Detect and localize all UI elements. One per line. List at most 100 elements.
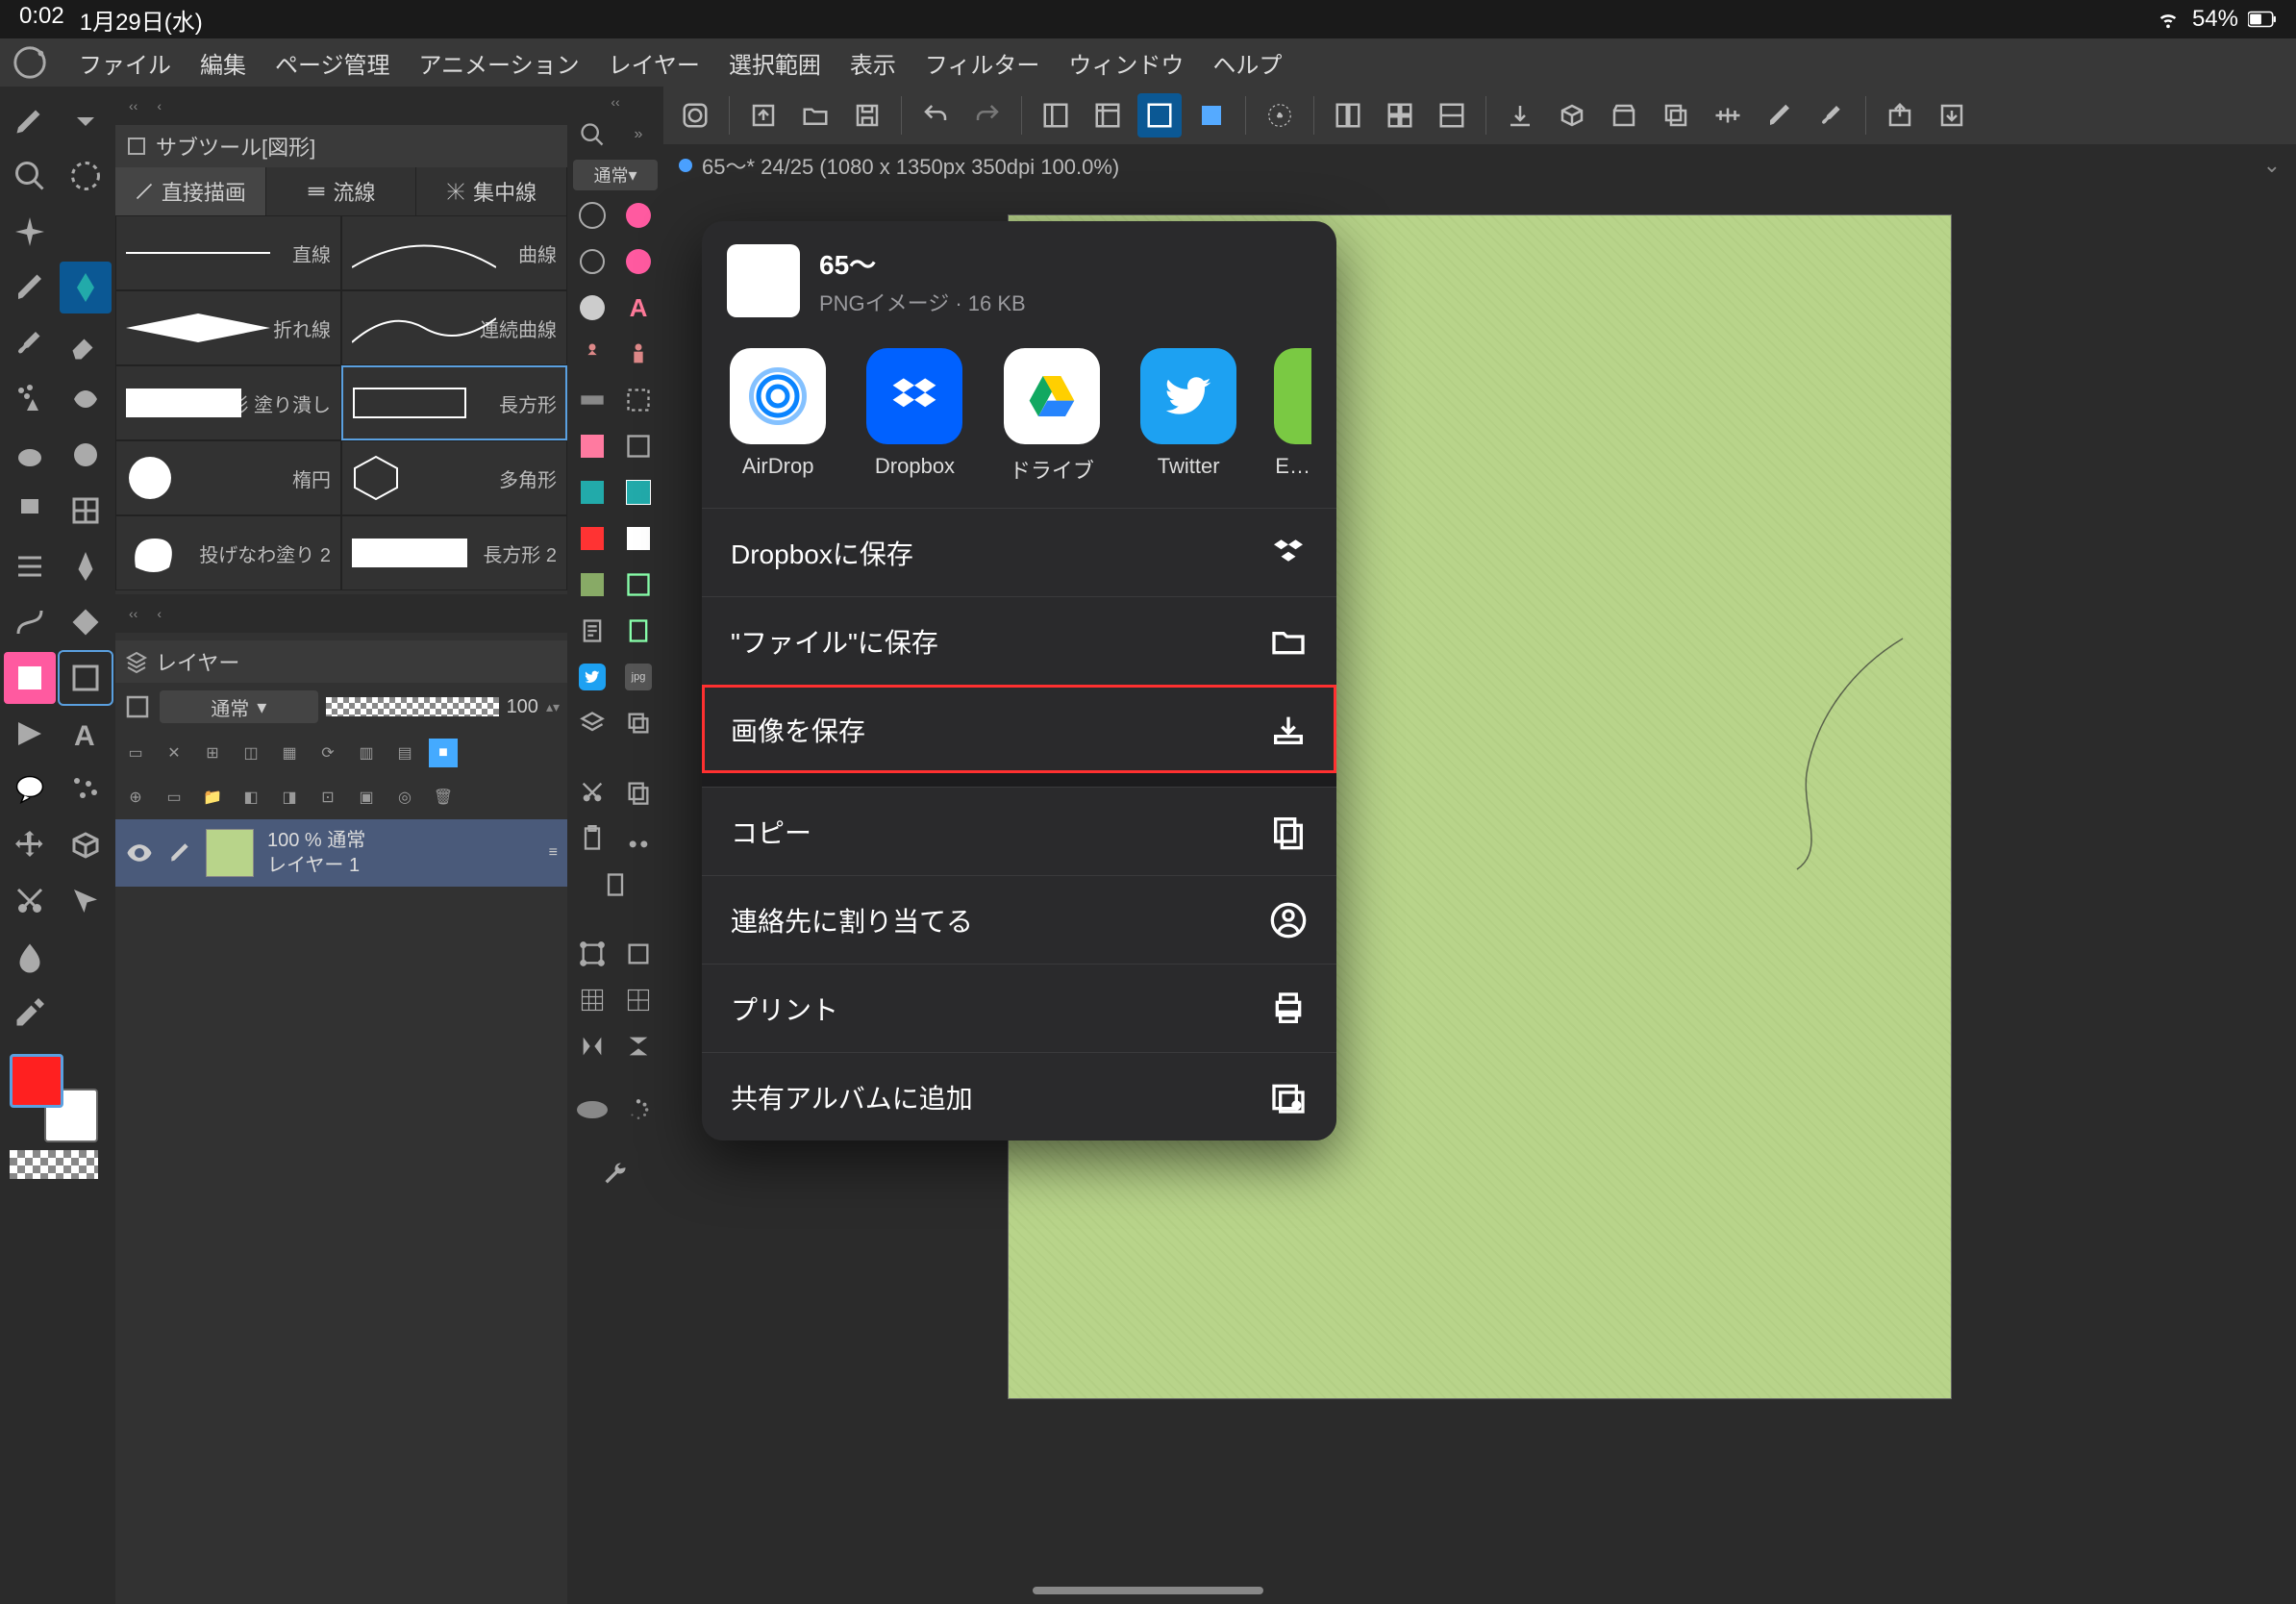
strip-stack-icon[interactable] [617, 702, 660, 744]
tb-clap-icon[interactable] [1602, 93, 1646, 138]
op-icon[interactable]: ◎ [390, 783, 419, 812]
tool-balloon-icon[interactable] [4, 764, 56, 815]
blend-mode-select[interactable]: 通常▾ [160, 690, 318, 723]
shape-rect-fill[interactable]: 長方形 塗り潰し [115, 365, 341, 440]
strip-brush-size-icon[interactable] [571, 1089, 613, 1131]
shape-lasso-fill[interactable]: 投げなわ塗り 2 [115, 515, 341, 590]
op-icon[interactable]: ▣ [352, 783, 381, 812]
strip-layers-icon[interactable] [571, 702, 613, 744]
tool-nib-icon[interactable] [60, 262, 112, 313]
strip-teal2-icon[interactable] [617, 471, 660, 514]
op-icon[interactable]: ◨ [275, 783, 304, 812]
tb-undo-icon[interactable] [913, 93, 958, 138]
menu-select[interactable]: 選択範囲 [729, 46, 821, 80]
layer-rect-icon[interactable] [123, 692, 152, 721]
tb-open-icon[interactable] [793, 93, 837, 138]
strip-cut-icon[interactable] [571, 771, 613, 814]
tool-cut-icon[interactable] [4, 875, 56, 927]
document-tab[interactable]: 65〜* 24/25 (1080 x 1350px 350dpi 100.0%)… [663, 144, 2296, 187]
tool-paint-icon[interactable] [4, 485, 56, 537]
tb-snap-icon[interactable] [1258, 93, 1302, 138]
menu-view[interactable]: 表示 [850, 46, 896, 80]
strip-ruler-icon[interactable] [571, 379, 613, 421]
strip-twitter-icon[interactable] [571, 656, 613, 698]
menu-anim[interactable]: アニメーション [419, 46, 580, 80]
tb-grid1-icon[interactable] [1326, 93, 1370, 138]
op-icon[interactable]: ✕ [160, 739, 188, 767]
strip-page2-icon[interactable] [617, 610, 660, 652]
strip-page-icon[interactable] [571, 610, 613, 652]
shape-line[interactable]: 直線 [115, 215, 341, 290]
tool-brush2-icon[interactable] [4, 317, 56, 369]
shape-ellipse[interactable]: 楕円 [115, 440, 341, 515]
menu-layer[interactable]: レイヤー [609, 46, 700, 80]
color-swatches[interactable] [4, 1054, 112, 1169]
tool-drop-icon[interactable] [4, 931, 56, 983]
strip-dot-pink[interactable] [617, 194, 660, 237]
tb-timeline-icon[interactable] [1706, 93, 1750, 138]
op-icon[interactable]: ▭ [121, 739, 150, 767]
tool-search-icon[interactable] [4, 150, 56, 202]
op-icon[interactable]: ▤ [390, 739, 419, 767]
shape-spline[interactable]: 連続曲線 [341, 290, 567, 365]
shape-polygon[interactable]: 多角形 [341, 440, 567, 515]
shape-curve[interactable]: 曲線 [341, 215, 567, 290]
tool-eyedrop-icon[interactable] [4, 987, 56, 1039]
subtool-tab-focus[interactable]: 集中線 [416, 167, 567, 215]
subtool-tab-stream[interactable]: 流線 [266, 167, 417, 215]
opacity-slider[interactable] [326, 697, 499, 716]
tool-spark-icon[interactable] [4, 206, 56, 258]
tool-smudge-icon[interactable] [60, 429, 112, 481]
strip-blend-select[interactable]: 通常 ▾ [573, 160, 658, 190]
tool-eraser-icon[interactable] [60, 317, 112, 369]
strip-ring-icon[interactable] [571, 240, 613, 283]
tool-marquee-icon[interactable] [60, 150, 112, 202]
share-app-airdrop[interactable]: AirDrop [727, 348, 829, 485]
strip-teal-icon[interactable] [571, 471, 613, 514]
tool-blend-icon[interactable] [4, 429, 56, 481]
tb-grid2-icon[interactable] [1378, 93, 1422, 138]
tool-arrow-icon[interactable] [60, 875, 112, 927]
tb-stack2-icon[interactable] [1654, 93, 1698, 138]
chevron-down-icon[interactable]: ⌄ [2263, 153, 2281, 178]
tool-spray-icon[interactable] [4, 373, 56, 425]
share-app-twitter[interactable]: Twitter [1137, 348, 1239, 485]
tb-canvas-icon[interactable] [1189, 93, 1234, 138]
home-indicator[interactable] [1033, 1587, 1263, 1594]
op-icon[interactable]: ⟳ [313, 739, 342, 767]
foreground-color[interactable] [10, 1054, 63, 1108]
strip-red-sq[interactable] [571, 517, 613, 560]
menu-filter[interactable]: フィルター [925, 46, 1040, 80]
tb-fit-icon[interactable] [1137, 93, 1182, 138]
tb-grid3-icon[interactable] [1430, 93, 1474, 138]
strip-circle-icon[interactable] [571, 194, 613, 237]
share-row-dropbox[interactable]: Dropboxに保存 [702, 508, 1336, 596]
tool-gradient-icon[interactable] [4, 652, 56, 704]
share-apps-row[interactable]: AirDrop Dropbox ドライブ Twitter E… [702, 338, 1336, 508]
menu-window[interactable]: ウィンドウ [1068, 46, 1184, 80]
share-row-print[interactable]: プリント [702, 964, 1336, 1052]
strip-mesh2-icon[interactable] [617, 979, 660, 1021]
share-row-contact[interactable]: 連絡先に割り当てる [702, 875, 1336, 964]
strip-figure2-icon[interactable] [617, 333, 660, 375]
tb-panel-icon[interactable] [1034, 93, 1078, 138]
strip-solid-icon[interactable] [571, 287, 613, 329]
share-row-save-image[interactable]: 画像を保存 [702, 685, 1336, 773]
tool-more-icon[interactable] [60, 94, 112, 146]
strip-map-icon[interactable] [571, 564, 613, 606]
op-icon[interactable]: ◫ [237, 739, 265, 767]
op-icon[interactable]: ⊞ [198, 739, 227, 767]
tb-brush2-icon[interactable] [1809, 93, 1854, 138]
op-icon[interactable]: ◧ [237, 783, 265, 812]
strip-frame-icon[interactable] [617, 564, 660, 606]
tb-circle-icon[interactable] [673, 93, 717, 138]
strip-loading-icon[interactable] [617, 1089, 660, 1131]
trash-icon[interactable]: 🗑 [429, 783, 458, 812]
tool-lines-icon[interactable] [4, 540, 56, 592]
strip-sq-outline[interactable] [617, 425, 660, 467]
tb-save-icon[interactable] [845, 93, 889, 138]
layer-item[interactable]: 100 % 通常 レイヤー 1 ≡ [115, 819, 567, 887]
strip-figure-icon[interactable] [571, 333, 613, 375]
strip-zoom-icon[interactable] [571, 113, 613, 156]
tool-bucket-icon[interactable] [60, 596, 112, 648]
